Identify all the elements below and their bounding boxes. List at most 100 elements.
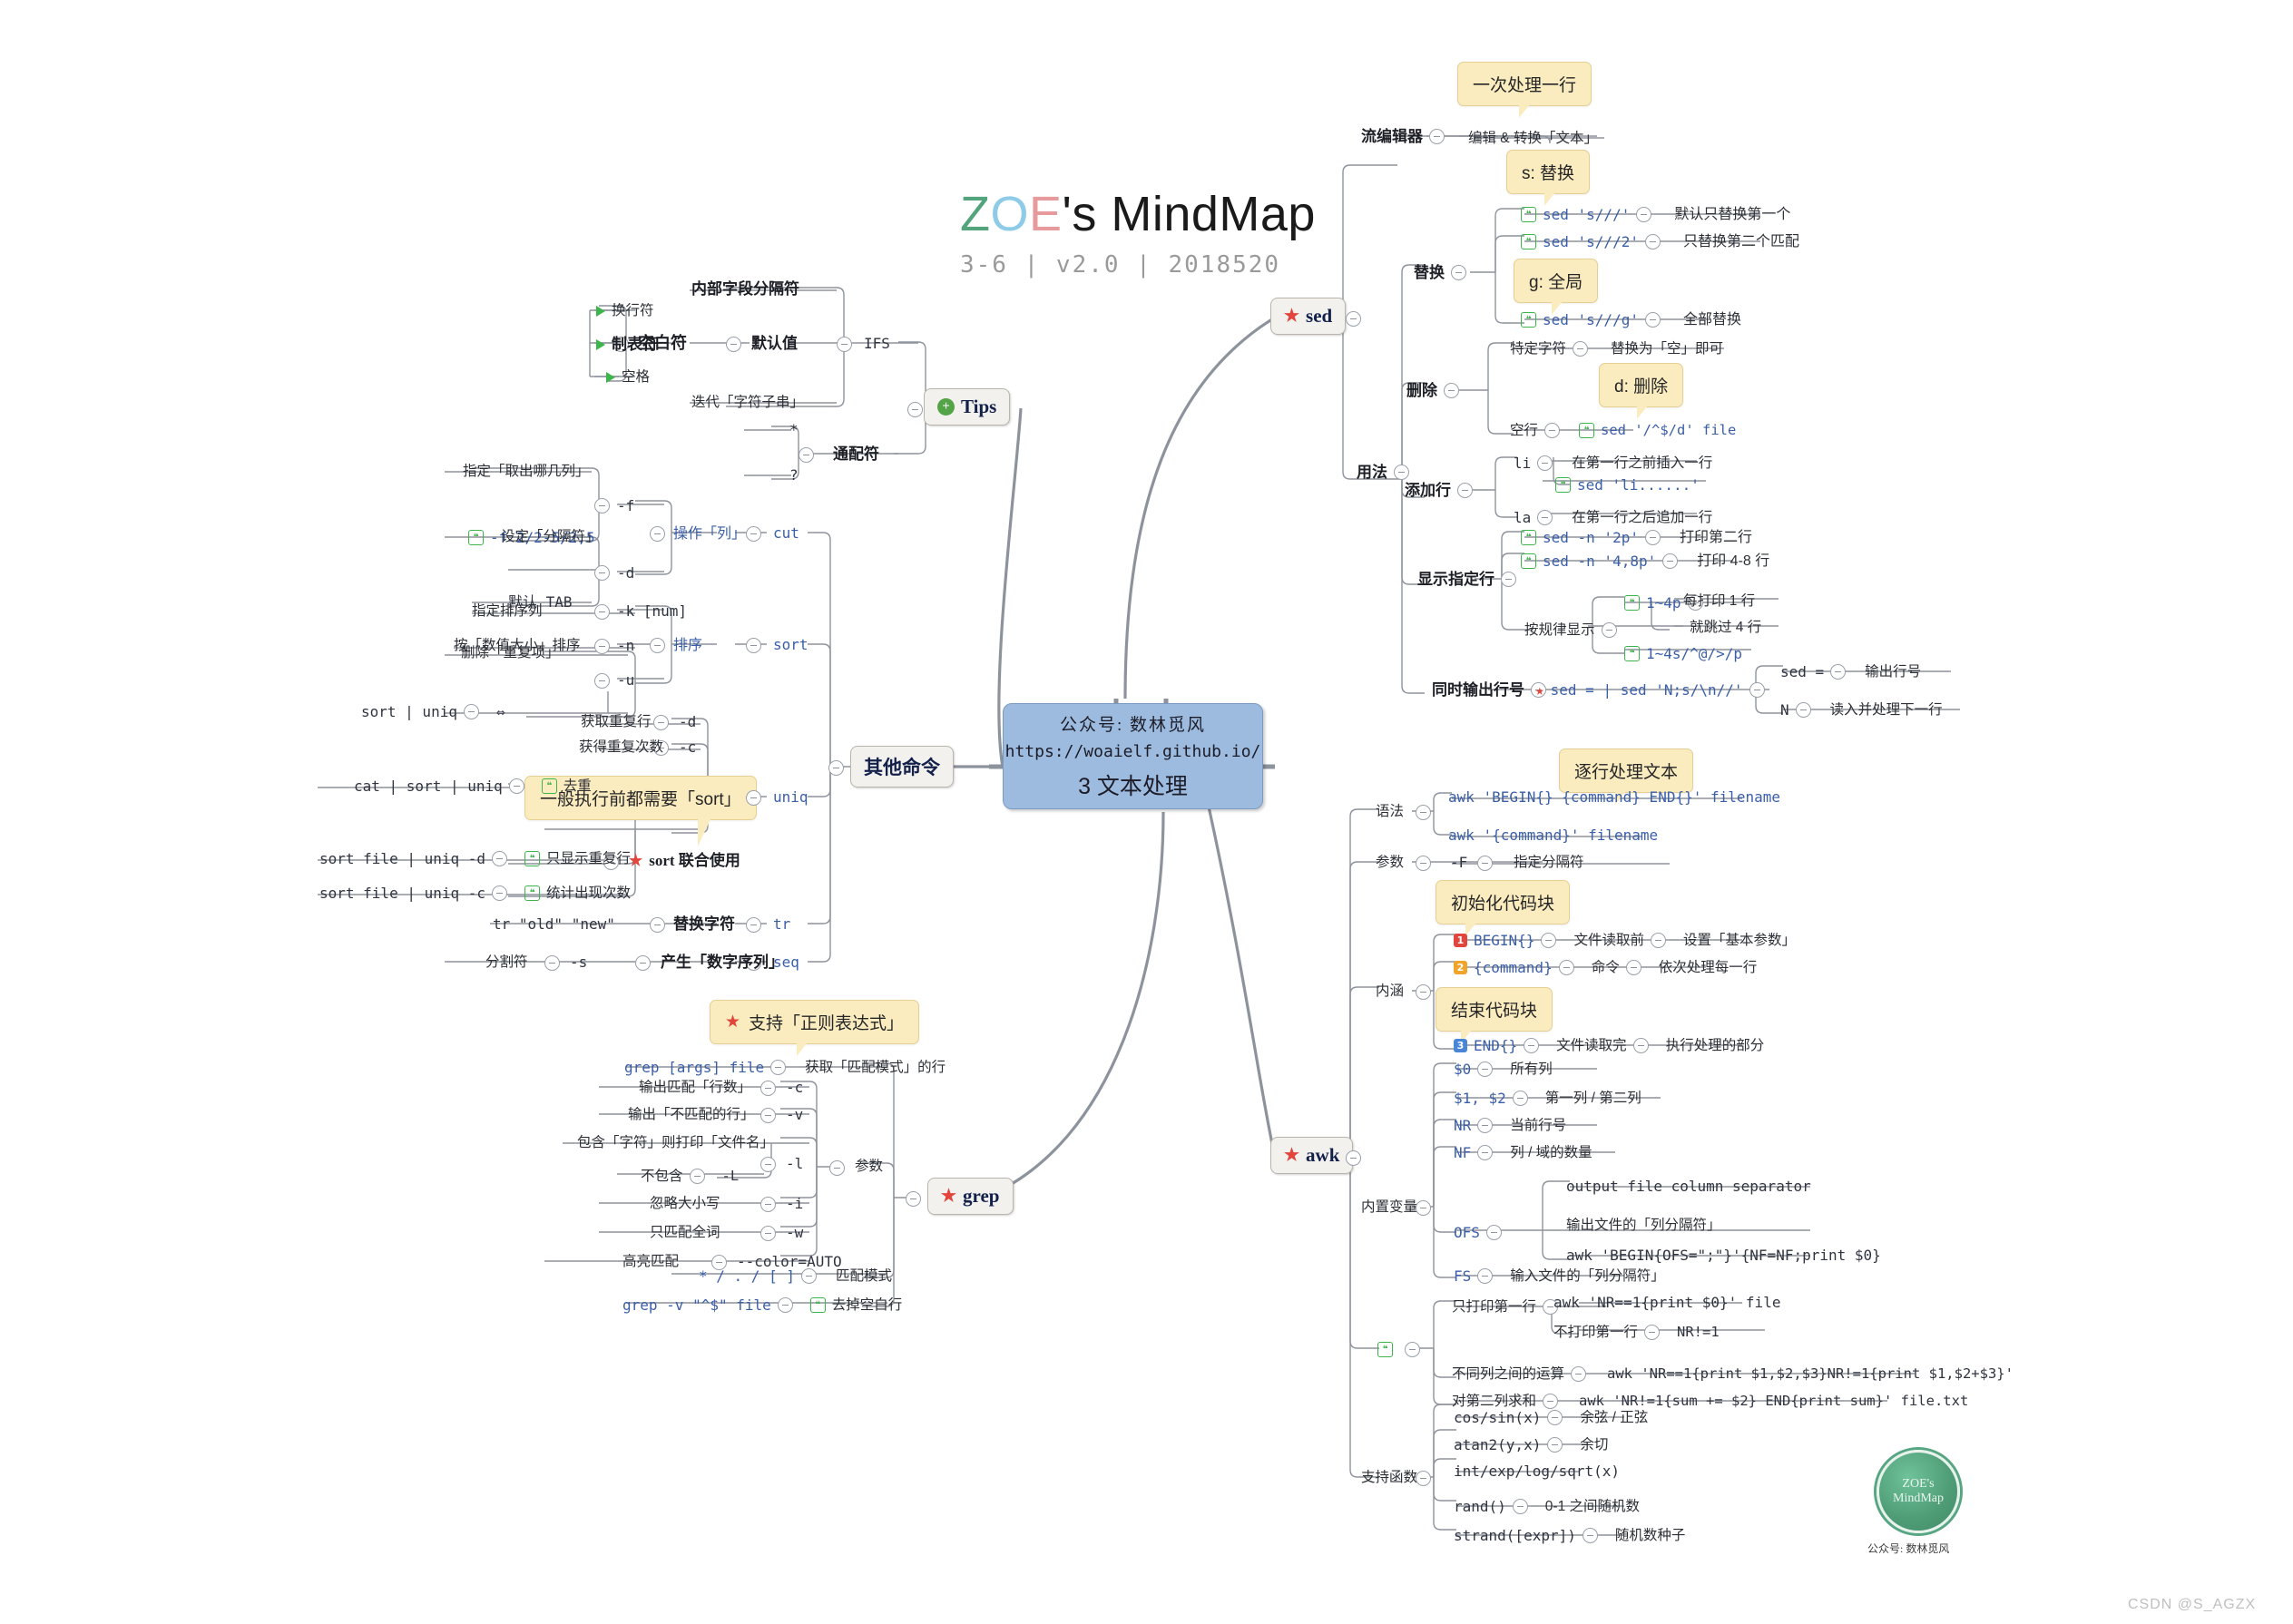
sed-replace-2[interactable]: ❝ sed 's///2' 只替换第二个匹配 <box>1521 234 1799 249</box>
sed-replace[interactable]: 替换 <box>1414 265 1466 280</box>
toggle-node[interactable] <box>1537 510 1553 525</box>
sed-delete[interactable]: 删除 <box>1406 383 1459 398</box>
awk-var-nf[interactable]: NF 列 / 域的数量 <box>1454 1145 1592 1160</box>
toggle-awk-F[interactable] <box>1477 856 1493 871</box>
awk-var-ofs[interactable]: OFS <box>1454 1225 1502 1240</box>
toggle-awk-examples[interactable] <box>1405 1342 1420 1357</box>
toggle-node[interactable] <box>1601 622 1617 638</box>
toggle-sort-k[interactable] <box>594 604 610 620</box>
sed-lineno-eq[interactable]: sed = 输出行号 <box>1780 664 1921 680</box>
tips-wildcard-q[interactable]: ? <box>789 468 799 483</box>
other-sort-uniq-eq[interactable]: sort | uniq ⇔ <box>361 704 505 719</box>
toggle-node[interactable] <box>492 851 508 866</box>
sed-addline-li[interactable]: li 在第一行之前插入一行 <box>1514 455 1712 471</box>
toggle-wildcard[interactable] <box>799 447 814 463</box>
other-sort-desc[interactable]: 排序 <box>673 638 702 652</box>
sed-showline-1[interactable]: ❝ sed -n '2p' 打印第二行 <box>1521 530 1752 545</box>
awk-end[interactable]: 3 END{} 文件读取完 执行处理的部分 <box>1454 1038 1764 1053</box>
grep-blank[interactable]: grep -v "^$" file ❝ 去掉空白行 <box>622 1297 902 1313</box>
branch-node-awk[interactable]: ★ awk <box>1270 1137 1354 1174</box>
toggle-tips[interactable] <box>907 402 923 417</box>
toggle-node[interactable] <box>1544 423 1561 438</box>
toggle-awk[interactable] <box>1346 1150 1361 1166</box>
toggle-node[interactable] <box>1429 129 1445 144</box>
sed-lineno[interactable]: 同时输出行号 <box>1432 682 1546 698</box>
toggle-node[interactable] <box>689 1169 705 1184</box>
toggle-grep-l[interactable] <box>760 1157 776 1172</box>
toggle-node[interactable] <box>1662 553 1679 569</box>
awk-begin[interactable]: 1 BEGIN{} 文件读取前 设置「基本参数」 <box>1454 933 1796 948</box>
tips-default[interactable]: 默认值 <box>751 336 798 351</box>
toggle-other[interactable] <box>828 760 844 776</box>
toggle-node[interactable] <box>1444 383 1459 398</box>
toggle-node[interactable] <box>1795 702 1811 718</box>
toggle-node[interactable] <box>1537 455 1553 471</box>
toggle-node[interactable] <box>1644 1325 1661 1340</box>
toggle-cut-d[interactable] <box>594 565 610 581</box>
toggle-grep-w[interactable] <box>760 1226 776 1241</box>
branch-node-grep[interactable]: ★ grep <box>927 1178 1014 1215</box>
branch-node-other[interactable]: 其他命令 <box>850 746 954 788</box>
toggle-uniq-d[interactable] <box>653 715 669 730</box>
sed-delete-char[interactable]: 特定字符 替换为「空」即可 <box>1510 341 1723 357</box>
awk-ex3[interactable]: 对第二列求和 awk 'NR!=1{sum += $2} END{print su… <box>1452 1394 1968 1409</box>
sed-pattern-1-d2[interactable]: 就跳过 4 行 <box>1690 621 1761 635</box>
toggle-grep-v[interactable] <box>760 1108 776 1123</box>
toggle-sort[interactable] <box>746 638 761 653</box>
awk-ex1[interactable]: 只打印第一行 <box>1452 1299 1559 1315</box>
toggle-node[interactable] <box>492 885 508 901</box>
toggle-default[interactable] <box>726 337 741 352</box>
toggle-seq-desc[interactable] <box>635 955 651 971</box>
tips-wildcard[interactable]: 通配符 <box>833 446 879 462</box>
toggle-seq-s[interactable] <box>544 955 560 971</box>
other-uniq-ex3[interactable]: sort file | uniq -c ❝ 统计出现次数 <box>319 885 631 901</box>
toggle-node[interactable] <box>1749 682 1765 698</box>
toggle-node[interactable] <box>1512 1091 1528 1106</box>
toggle-node[interactable] <box>1477 1118 1494 1133</box>
central-topic[interactable]: 公众号: 数林觅风 https://woaielf.github.io/ 3 文… <box>1003 703 1263 809</box>
grep-args[interactable]: 参数 <box>855 1159 883 1174</box>
awk-params[interactable]: 参数 <box>1376 856 1404 870</box>
toggle-awk-vars[interactable] <box>1416 1200 1431 1216</box>
toggle-node[interactable] <box>1632 1038 1649 1053</box>
toggle-node[interactable] <box>777 1297 793 1313</box>
sed-delete-blank[interactable]: 空行 ❝ sed '/^$/d' file <box>1510 423 1736 438</box>
toggle-node[interactable] <box>1636 207 1652 222</box>
awk-ex2[interactable]: 不同列之间的运算 awk 'NR==1{print $1,$2,$3}NR!=1{… <box>1452 1366 2014 1382</box>
toggle-node[interactable] <box>1547 1410 1563 1425</box>
toggle-node[interactable] <box>800 1268 817 1284</box>
toggle-cut-f[interactable] <box>594 498 610 514</box>
branch-node-tips[interactable]: + Tips <box>924 388 1011 426</box>
grep-pattern[interactable]: * / . / [ ] 匹配模式 <box>699 1268 892 1284</box>
toggle-awk-syntax[interactable] <box>1416 805 1431 820</box>
toggle-sort-u[interactable] <box>594 673 610 689</box>
toggle-grep-c[interactable] <box>760 1081 776 1096</box>
toggle-tr-desc[interactable] <box>650 917 665 933</box>
toggle-node[interactable] <box>1477 1145 1494 1160</box>
other-tr-desc[interactable]: 替换字符 <box>673 916 735 932</box>
toggle-node[interactable] <box>1644 312 1661 328</box>
awk-vars[interactable]: 内置变量 <box>1361 1200 1417 1215</box>
toggle-awk-meaning[interactable] <box>1416 984 1431 1000</box>
awk-syntax[interactable]: 语法 <box>1376 805 1404 819</box>
sed-addline[interactable]: 添加行 <box>1405 483 1473 498</box>
toggle-node[interactable] <box>1650 933 1666 948</box>
toggle-grep-args[interactable] <box>829 1160 845 1176</box>
branch-node-sed[interactable]: ★ sed <box>1270 298 1347 335</box>
sed-lineno-n[interactable]: N 读入并处理下一行 <box>1780 702 1943 718</box>
toggle-node[interactable] <box>1543 1394 1559 1409</box>
sed-lineno-cmd[interactable]: ★ sed = | sed 'N;s/\n//' <box>1535 682 1765 698</box>
toggle-uniq[interactable] <box>746 790 761 806</box>
toggle-node[interactable] <box>1573 341 1589 357</box>
toggle-node[interactable] <box>1547 1437 1563 1453</box>
toggle-sort-n[interactable] <box>594 639 610 654</box>
awk-examples-group[interactable]: ❝ <box>1377 1342 1393 1357</box>
toggle-node[interactable] <box>1501 572 1516 587</box>
toggle-node[interactable] <box>1524 1038 1540 1053</box>
toggle-node[interactable] <box>1571 1366 1587 1382</box>
other-tr[interactable]: tr <box>773 917 790 932</box>
toggle-sed[interactable] <box>1346 311 1361 327</box>
toggle-node[interactable] <box>1625 960 1641 975</box>
sed-replace-3[interactable]: ❝ sed 's///g' 全部替换 <box>1521 312 1741 328</box>
awk-func-rand[interactable]: rand() 0-1 之间随机数 <box>1454 1499 1640 1514</box>
